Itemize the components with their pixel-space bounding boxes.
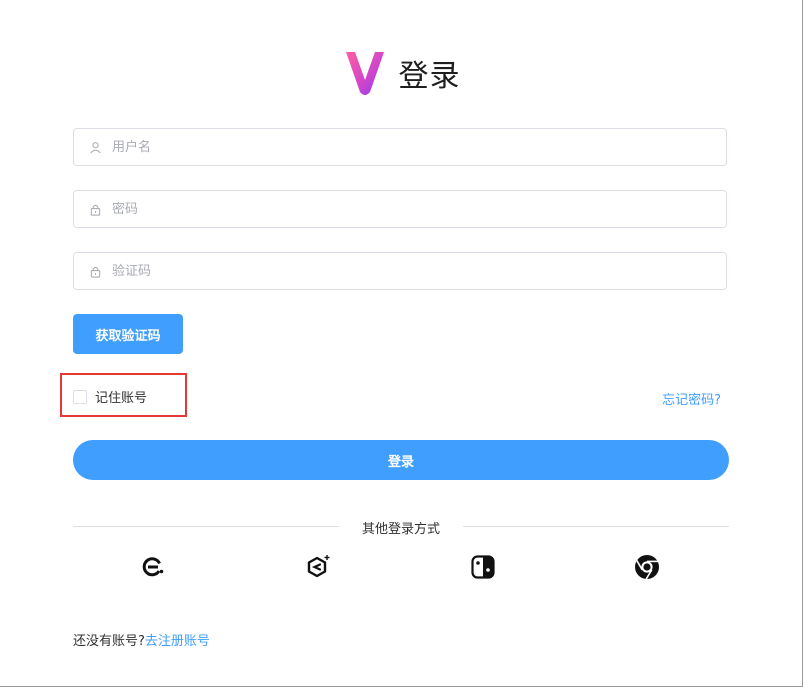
chrome-icon bbox=[635, 555, 659, 580]
page-title: 登录 bbox=[398, 59, 461, 94]
register-text: 还没有账号? bbox=[73, 634, 145, 649]
remember-account[interactable]: 记住账号 bbox=[73, 387, 147, 406]
captcha-input[interactable] bbox=[110, 255, 726, 287]
v-logo-icon bbox=[345, 52, 384, 95]
e-brand-login-button[interactable] bbox=[140, 553, 166, 581]
forgot-password-link[interactable]: 忘记密码? bbox=[662, 389, 721, 408]
register-prompt: 还没有账号?去注册账号 bbox=[73, 630, 210, 649]
chrome-login-button[interactable] bbox=[634, 553, 660, 581]
remember-label: 记住账号 bbox=[95, 391, 148, 406]
register-link[interactable]: 去注册账号 bbox=[145, 634, 210, 649]
other-login-label: 其他登录方式 bbox=[361, 522, 440, 537]
captcha-field[interactable] bbox=[73, 252, 727, 290]
nintendo-switch-login-button[interactable] bbox=[470, 553, 496, 581]
lock-icon bbox=[88, 264, 102, 278]
login-header: 登录 bbox=[0, 48, 803, 98]
other-login-divider: 其他登录方式 bbox=[73, 518, 729, 537]
hexagon-login-button[interactable] bbox=[305, 553, 331, 581]
username-field[interactable] bbox=[73, 128, 727, 166]
user-icon bbox=[88, 140, 102, 154]
password-input[interactable] bbox=[110, 193, 726, 225]
nintendo-switch-icon bbox=[471, 555, 495, 579]
e-brand-icon bbox=[142, 557, 164, 577]
password-field[interactable] bbox=[73, 190, 727, 228]
get-code-button[interactable]: 获取验证码 bbox=[73, 314, 183, 354]
username-input[interactable] bbox=[110, 131, 726, 163]
login-button[interactable]: 登录 bbox=[73, 440, 729, 480]
lock-icon bbox=[88, 202, 102, 216]
hexagon-plus-icon bbox=[307, 555, 330, 578]
divider-line-right bbox=[463, 526, 729, 527]
remember-checkbox[interactable] bbox=[73, 389, 87, 404]
